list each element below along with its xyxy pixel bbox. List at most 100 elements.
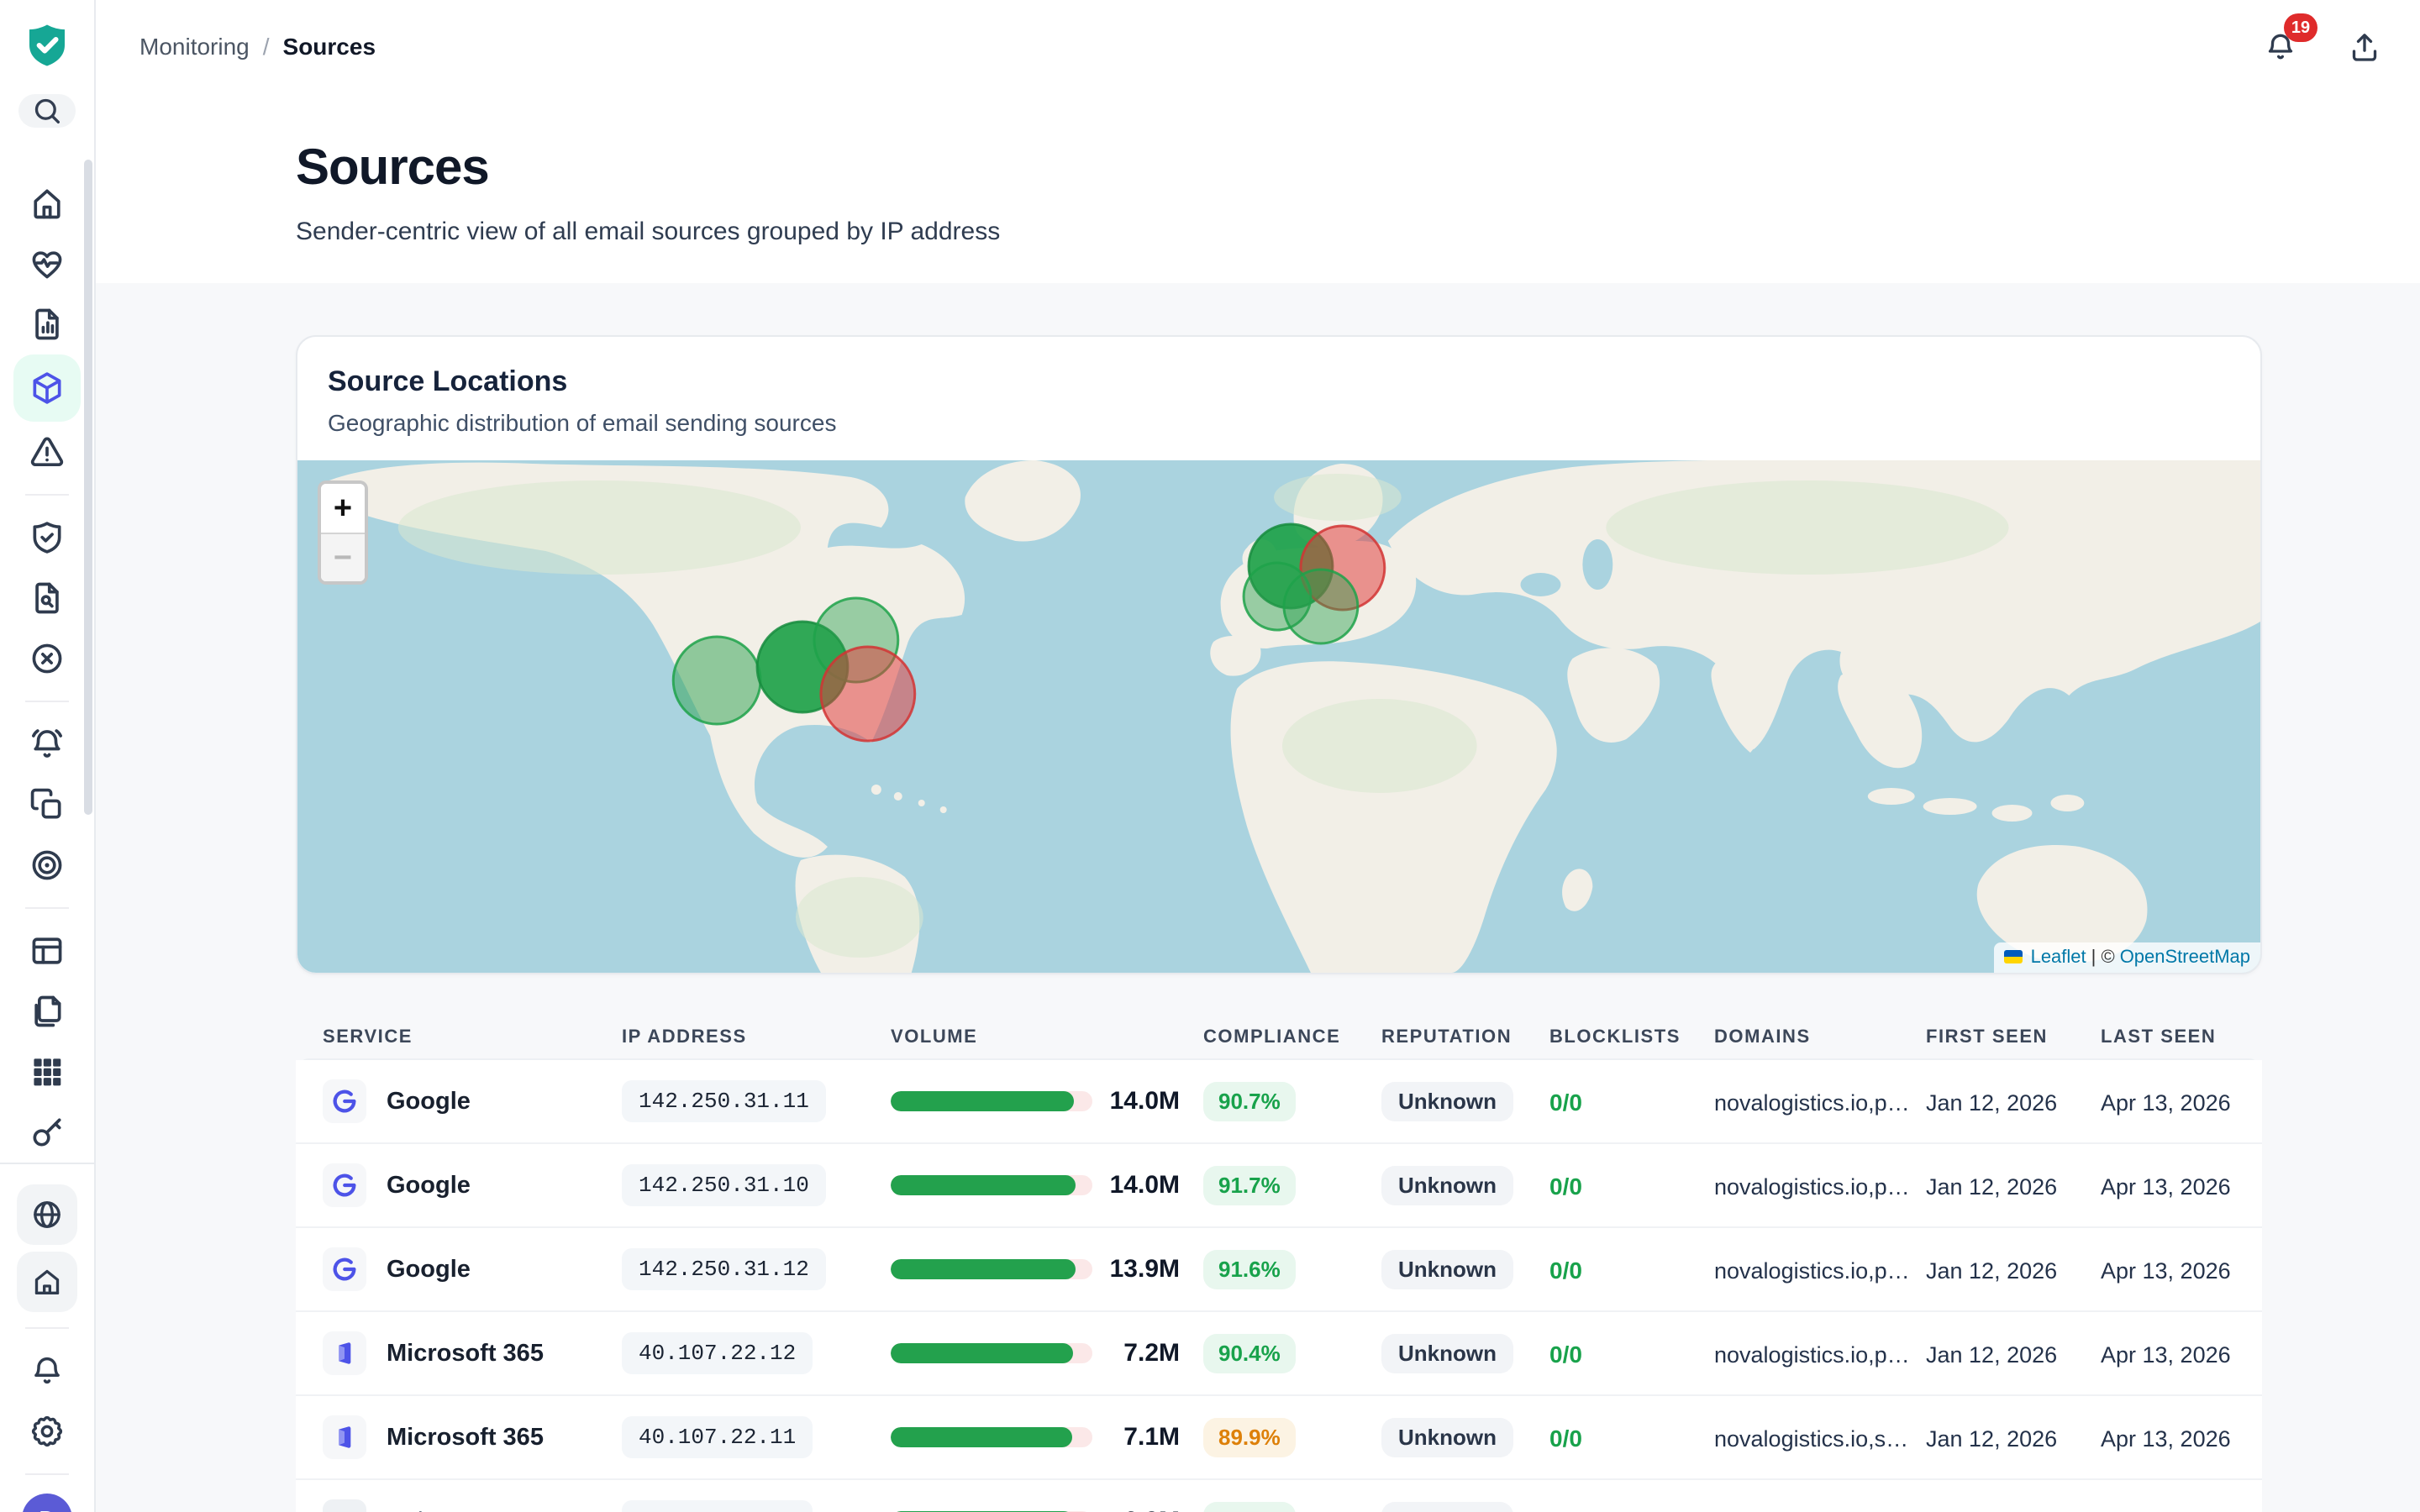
first-seen-value: Jan 12, 2026 (1926, 1342, 2057, 1368)
sidebar-search-button[interactable] (18, 94, 76, 128)
volume-bar (891, 1343, 1092, 1363)
brand-shield-logo[interactable] (24, 22, 71, 69)
source-row[interactable]: Google142.250.31.1213.9M91.6%Unknown0/0n… (296, 1228, 2262, 1312)
sidebar-item-bell-ring[interactable] (13, 714, 81, 774)
source-bubble-us-southeast[interactable] (821, 647, 915, 741)
sidebar-item-circle-x[interactable] (13, 628, 81, 689)
column-header-volume: VOLUME (891, 1026, 1203, 1047)
sidebar-divider (25, 907, 69, 909)
volume-value: 7.1M (1123, 1423, 1203, 1452)
source-row[interactable]: Google142.250.31.1014.0M91.7%Unknown0/0n… (296, 1144, 2262, 1228)
service-name: Google (387, 1172, 471, 1200)
reputation-badge: Unknown (1381, 1502, 1513, 1512)
column-header-blocklists: BLOCKLISTS (1549, 1026, 1714, 1047)
sidebar-item-heart-pulse[interactable] (13, 234, 81, 294)
service-cell: Unknown (323, 1499, 622, 1512)
volume-bar-fill (891, 1259, 1076, 1279)
volume-cell: 13.9M (891, 1255, 1203, 1284)
page-header: Sources Sender-centric view of all email… (96, 94, 2420, 283)
sidebar-scrollbar[interactable] (84, 160, 92, 815)
sidebar-item-home-alt[interactable] (17, 1252, 77, 1312)
first-seen-value: Jan 12, 2026 (1926, 1174, 2057, 1200)
leaflet-link[interactable]: Leaflet (2031, 946, 2086, 968)
sidebar-item-key[interactable] (13, 1102, 81, 1163)
openstreetmap-link[interactable]: OpenStreetMap (2120, 946, 2250, 968)
sidebar-item-pages[interactable] (13, 981, 81, 1042)
breadcrumb: Monitoring / Sources (139, 34, 376, 60)
zoom-out-button[interactable]: − (321, 533, 365, 581)
export-button[interactable] (2343, 25, 2386, 69)
first-seen-value: Jan 12, 2026 (1926, 1090, 2057, 1116)
card-header: Source Locations Geographic distribution… (297, 337, 2260, 460)
notification-badge: 19 (2284, 13, 2317, 42)
service-cell: Microsoft 365 (323, 1331, 622, 1375)
last-seen-value: Apr 13, 2026 (2101, 1174, 2231, 1200)
source-row[interactable]: Microsoft 36540.107.22.117.1M89.9%Unknow… (296, 1396, 2262, 1480)
domains-value: novalogistics.io,p… (1714, 1258, 1910, 1284)
sidebar-divider (25, 1473, 69, 1475)
source-locations-card: Source Locations Geographic distribution… (296, 335, 2262, 974)
sidebar-item-copy[interactable] (13, 774, 81, 835)
globe-icon (30, 1198, 64, 1231)
zoom-in-button[interactable]: + (321, 484, 365, 533)
sidebar-item-globe[interactable] (17, 1184, 77, 1245)
map-zoom-control: + − (318, 480, 368, 585)
sidebar-item-settings[interactable] (13, 1401, 81, 1462)
sidebar-item-target[interactable] (13, 835, 81, 895)
home-alt-icon (30, 1265, 64, 1299)
ukraine-flag-icon (2004, 950, 2023, 963)
google-logo-icon (323, 1079, 366, 1123)
sidebar-item-layout-panel[interactable] (13, 921, 81, 981)
volume-cell: 14.0M (891, 1171, 1203, 1200)
source-row[interactable]: Unknown50.31.156.106.9M90.7%Unknown0/0no… (296, 1480, 2262, 1512)
service-cell: Microsoft 365 (323, 1415, 622, 1459)
page-title: Sources (296, 138, 2420, 196)
bell-icon (29, 1353, 65, 1389)
last-seen-value: Apr 13, 2026 (2101, 1426, 2231, 1452)
attribution-separator: | © (2091, 946, 2115, 968)
last-seen-value: Apr 13, 2026 (2101, 1342, 2231, 1368)
blocklists-value: 0/0 (1549, 1173, 1582, 1200)
column-header-compliance: COMPLIANCE (1203, 1026, 1381, 1047)
bell-ring-icon (29, 726, 66, 763)
first-seen-value: Jan 12, 2026 (1926, 1258, 2057, 1284)
sidebar-item-home[interactable] (13, 173, 81, 234)
compliance-badge: 89.9% (1203, 1418, 1296, 1457)
world-map[interactable]: + − Leaflet | © OpenStreetMap (297, 460, 2260, 973)
volume-bar (891, 1091, 1092, 1111)
alert-triangle-icon (29, 433, 66, 470)
microsoft-logo-icon (323, 1331, 366, 1375)
source-row[interactable]: Google142.250.31.1114.0M90.7%Unknown0/0n… (296, 1060, 2262, 1144)
column-header-first-seen: FIRST SEEN (1926, 1026, 2101, 1047)
last-seen-value: Apr 13, 2026 (2101, 1258, 2231, 1284)
sidebar-item-alert-triangle[interactable] (13, 422, 81, 482)
reputation-badge: Unknown (1381, 1418, 1513, 1457)
notifications-button[interactable]: 19 (2259, 25, 2302, 69)
blocklists-value: 0/0 (1549, 1257, 1582, 1284)
service-name: Google (387, 1256, 471, 1284)
column-header-service: SERVICE (323, 1026, 622, 1047)
sidebar-item-file-chart[interactable] (13, 294, 81, 354)
user-avatar[interactable]: D (22, 1494, 72, 1512)
sidebar-item-shield-check[interactable] (13, 507, 81, 568)
source-row[interactable]: Microsoft 36540.107.22.127.2M90.4%Unknow… (296, 1312, 2262, 1396)
breadcrumb-parent[interactable]: Monitoring (139, 34, 250, 60)
blocklists-value: 0/0 (1549, 1341, 1582, 1368)
sidebar-item-bell[interactable] (13, 1341, 81, 1401)
volume-value: 14.0M (1110, 1087, 1203, 1116)
sidebar-nav (13, 173, 81, 1163)
key-icon (29, 1114, 66, 1151)
settings-icon (29, 1414, 65, 1449)
domains-value: novalogistics.io,p… (1714, 1342, 1910, 1368)
volume-value: 13.9M (1110, 1255, 1203, 1284)
shield-check-icon (29, 519, 66, 556)
source-bubble-us-west[interactable] (673, 637, 760, 724)
topbar-actions: 19 (2259, 25, 2386, 69)
sidebar-item-file-search[interactable] (13, 568, 81, 628)
sidebar-item-cube[interactable] (13, 354, 81, 422)
source-bubble-eu-south[interactable] (1284, 570, 1358, 643)
world-map-svg (297, 460, 2260, 973)
layout-panel-icon (29, 932, 66, 969)
volume-bar (891, 1427, 1092, 1447)
sidebar-item-grid[interactable] (13, 1042, 81, 1102)
